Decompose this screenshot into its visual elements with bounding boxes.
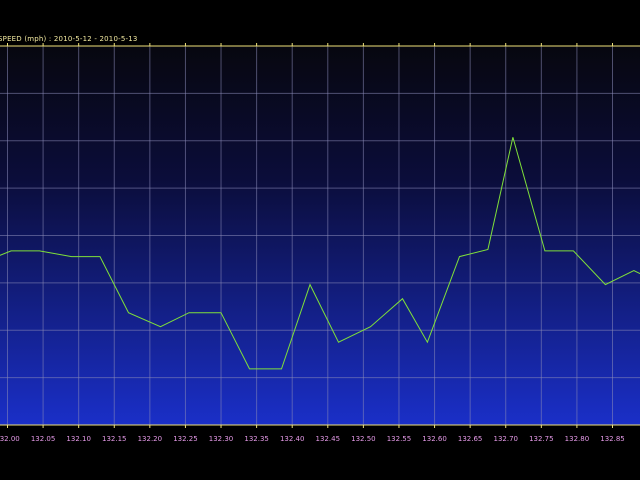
x-tick-label: 132.50 (351, 435, 376, 443)
x-tick-label: 132.45 (316, 435, 341, 443)
x-tick-label: 132.55 (387, 435, 412, 443)
x-tick-label: 132.00 (0, 435, 20, 443)
speed-chart: 132.00 132.05 132.10 132.15 132.20 132.25 132.… (0, 0, 640, 480)
x-tick-labels: 132.00 132.05 132.10 132.15 132.20 132.25 132.… (0, 435, 625, 443)
x-tick-label: 132.30 (209, 435, 234, 443)
x-tick-label: 132.05 (31, 435, 56, 443)
x-tick-label: 132.60 (422, 435, 447, 443)
x-tick-label: 132.35 (244, 435, 269, 443)
chart-canvas: 132.00 132.05 132.10 132.15 132.20 132.25 132.… (0, 43, 640, 443)
x-tick-label: 132.75 (529, 435, 554, 443)
chart-title: SPEED (mph) : 2010-5-12 - 2010-5-13 (0, 35, 138, 43)
x-tick-label: 132.80 (565, 435, 590, 443)
x-tick-label: 132.15 (102, 435, 127, 443)
x-tick-label: 132.85 (600, 435, 625, 443)
x-tick-label: 132.10 (66, 435, 91, 443)
x-tick-label: 132.65 (458, 435, 483, 443)
x-tick-label: 132.40 (280, 435, 305, 443)
x-tick-label: 132.70 (493, 435, 518, 443)
x-tick-label: 132.20 (138, 435, 163, 443)
x-tick-label: 132.25 (173, 435, 198, 443)
